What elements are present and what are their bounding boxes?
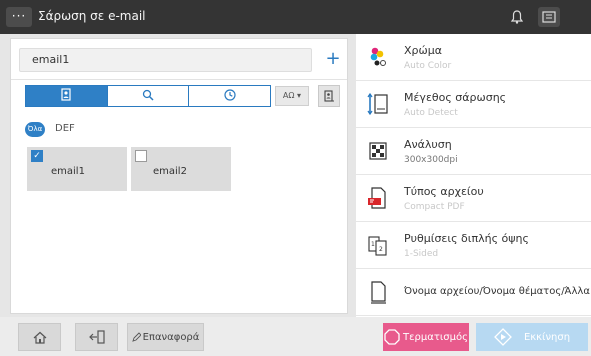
start-button[interactable]: Εκκίνηση — [476, 323, 588, 351]
reset-label: Επαναφορά — [142, 331, 200, 343]
setting-value: 1-Sided — [404, 249, 439, 259]
address-detail-icon — [323, 90, 335, 106]
page-title: Σάρωση σε e-mail — [38, 9, 146, 23]
reset-button[interactable]: Επαναφορά — [127, 323, 204, 351]
checkbox-unchecked[interactable] — [135, 150, 147, 162]
address-entry[interactable]: ✓ email1 — [27, 147, 127, 191]
scan-size-icon — [367, 92, 389, 116]
address-entry-name: email1 — [51, 166, 85, 177]
setting-row-color[interactable]: Χρώμα Auto Color — [356, 34, 591, 81]
clock-icon — [224, 88, 236, 104]
reset-icon — [131, 332, 141, 342]
stop-button[interactable]: Τερματισμός — [383, 323, 469, 351]
setting-value: Compact PDF — [404, 202, 465, 212]
resolution-icon — [367, 139, 389, 163]
menu-button[interactable]: ··· — [6, 7, 32, 27]
setting-value: Auto Detect — [404, 108, 458, 118]
destination-field[interactable]: email1 — [19, 48, 312, 72]
add-destination-button[interactable]: + — [322, 48, 344, 72]
index-badge[interactable]: Όλα — [25, 122, 45, 137]
stop-label: Τερματισμός — [403, 331, 468, 343]
setting-row-file-type[interactable]: Τύπος αρχείου Compact PDF — [356, 175, 591, 222]
logout-button[interactable] — [75, 323, 118, 351]
address-panel: email1 + ΑΩ ▾ Όλα DEF ✓ email1 email2 — [10, 38, 348, 314]
job-status-icon[interactable] — [538, 7, 560, 27]
tab-addressbook[interactable] — [26, 86, 108, 106]
setting-row-scan-size[interactable]: Μέγεθος σάρωσης Auto Detect — [356, 81, 591, 128]
home-button[interactable] — [18, 323, 61, 351]
setting-row-resolution[interactable]: Ανάλυση 300x300dpi — [356, 128, 591, 175]
setting-name: Μέγεθος σάρωσης — [404, 91, 507, 104]
setting-value: 300x300dpi — [404, 155, 458, 165]
address-entry-name: email2 — [153, 166, 187, 177]
start-icon — [494, 328, 512, 346]
color-icon — [367, 45, 389, 69]
svg-text:2: 2 — [379, 246, 383, 253]
setting-name: Ανάλυση — [404, 138, 452, 151]
checkbox-checked[interactable]: ✓ — [31, 150, 43, 162]
address-detail-button[interactable] — [318, 85, 340, 107]
address-entry[interactable]: email2 — [131, 147, 231, 191]
sort-dropdown[interactable]: ΑΩ ▾ — [275, 86, 309, 106]
setting-name: Όνομα αρχείου/Όνομα θέματος/Άλλα — [404, 286, 590, 297]
setting-row-file-name[interactable]: Όνομα αρχείου/Όνομα θέματος/Άλλα — [356, 269, 591, 316]
setting-row-duplex[interactable]: 12 Ρυθμίσεις διπλής όψης 1-Sided — [356, 222, 591, 269]
bottom-bar: Επαναφορά Τερματισμός Εκκίνηση — [0, 317, 591, 356]
index-label[interactable]: DEF — [55, 123, 75, 134]
file-name-icon — [367, 280, 389, 304]
title-bar: ··· Σάρωση σε e-mail — [0, 0, 591, 34]
bell-icon[interactable] — [506, 7, 528, 27]
duplex-icon: 12 — [367, 233, 389, 257]
setting-name: Τύπος αρχείου — [404, 185, 484, 198]
start-label: Εκκίνηση — [523, 331, 571, 343]
logout-icon — [88, 330, 105, 344]
home-icon — [33, 331, 47, 344]
setting-value: Auto Color — [404, 61, 452, 71]
addressbook-icon — [60, 88, 72, 104]
search-icon — [142, 89, 154, 104]
svg-text:1: 1 — [371, 241, 375, 248]
divider — [11, 79, 347, 80]
settings-panel: Χρώμα Auto Color Μέγεθος σάρωσης Auto De… — [356, 34, 591, 317]
tab-search[interactable] — [108, 86, 190, 106]
setting-name: Ρυθμίσεις διπλής όψης — [404, 232, 529, 245]
tab-history[interactable] — [189, 86, 270, 106]
setting-name: Χρώμα — [404, 44, 442, 57]
stop-icon — [384, 329, 400, 345]
file-type-icon — [367, 186, 389, 210]
addressbook-tabs — [25, 85, 271, 107]
